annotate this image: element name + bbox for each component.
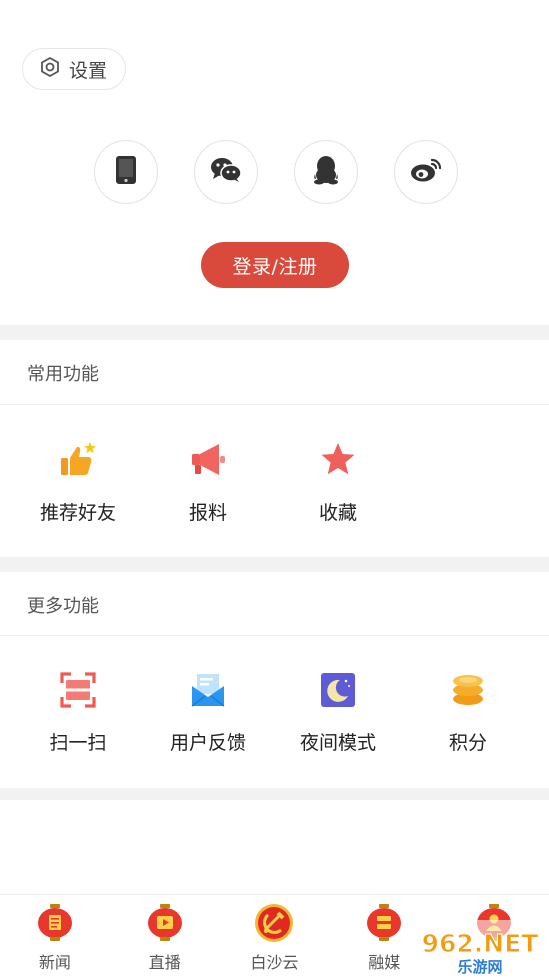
- section-separator: [0, 557, 549, 572]
- night-mode-item[interactable]: 夜间模式: [273, 670, 403, 755]
- weibo-login-button[interactable]: [394, 140, 458, 204]
- star-icon: [318, 440, 358, 480]
- wechat-icon: [210, 157, 242, 187]
- lantern-media-icon: [364, 903, 404, 943]
- weibo-icon: [410, 157, 442, 187]
- tab-media-label: 融媒: [368, 953, 401, 972]
- svg-text:962.NET: 962.NET: [422, 929, 539, 958]
- more-functions-title: 更多功能: [27, 596, 99, 617]
- megaphone-icon: [188, 440, 228, 480]
- scan-item[interactable]: 扫一扫: [13, 670, 143, 755]
- login-methods: [94, 140, 458, 206]
- login-register-button[interactable]: 登录/注册: [201, 242, 349, 288]
- night-mode-label: 夜间模式: [299, 732, 376, 754]
- tab-news[interactable]: 新闻: [0, 895, 110, 977]
- watermark-logo: 962.NET 乐游网: [410, 920, 549, 976]
- party-emblem-icon: [254, 903, 294, 943]
- settings-label: 设置: [69, 59, 108, 82]
- recommend-friend-label: 推荐好友: [39, 502, 116, 524]
- phone-icon: [115, 155, 137, 189]
- favorites-label: 收藏: [318, 502, 357, 524]
- wechat-login-button[interactable]: [194, 140, 258, 204]
- feedback-item[interactable]: 用户反馈: [143, 670, 273, 755]
- feedback-mail-icon: [188, 670, 228, 710]
- qq-login-button[interactable]: [294, 140, 358, 204]
- report-item[interactable]: 报料: [143, 440, 273, 525]
- divider: [0, 404, 549, 405]
- recommend-friend-item[interactable]: 推荐好友: [13, 440, 143, 525]
- qq-icon: [313, 155, 339, 189]
- more-functions-grid: 扫一扫 用户反馈 夜间模式 积分: [0, 670, 549, 755]
- night-mode-icon: [318, 670, 358, 710]
- svg-text:乐游网: 乐游网: [457, 958, 502, 976]
- tab-news-label: 新闻: [38, 953, 71, 972]
- gear-icon: [39, 56, 61, 83]
- coins-icon: [448, 670, 488, 710]
- tab-baishayun[interactable]: 白沙云: [220, 895, 330, 977]
- tab-live[interactable]: 直播: [110, 895, 220, 977]
- points-label: 积分: [448, 732, 487, 754]
- favorites-item[interactable]: 收藏: [273, 440, 403, 525]
- tab-live-label: 直播: [148, 953, 181, 972]
- scan-icon: [58, 670, 98, 710]
- thumbs-up-icon: [58, 440, 98, 480]
- settings-button[interactable]: 设置: [22, 48, 126, 90]
- lantern-news-icon: [35, 903, 75, 943]
- common-functions-title: 常用功能: [27, 364, 99, 385]
- feedback-label: 用户反馈: [169, 732, 246, 754]
- scan-label: 扫一扫: [49, 732, 107, 754]
- common-functions-grid: 推荐好友 报料 收藏: [0, 440, 549, 525]
- divider: [0, 635, 549, 636]
- report-label: 报料: [188, 502, 227, 524]
- tab-baishayun-label: 白沙云: [250, 953, 299, 972]
- lantern-live-icon: [145, 903, 185, 943]
- section-separator: [0, 788, 549, 800]
- points-item[interactable]: 积分: [403, 670, 533, 755]
- section-separator: [0, 325, 549, 340]
- phone-login-button[interactable]: [94, 140, 158, 204]
